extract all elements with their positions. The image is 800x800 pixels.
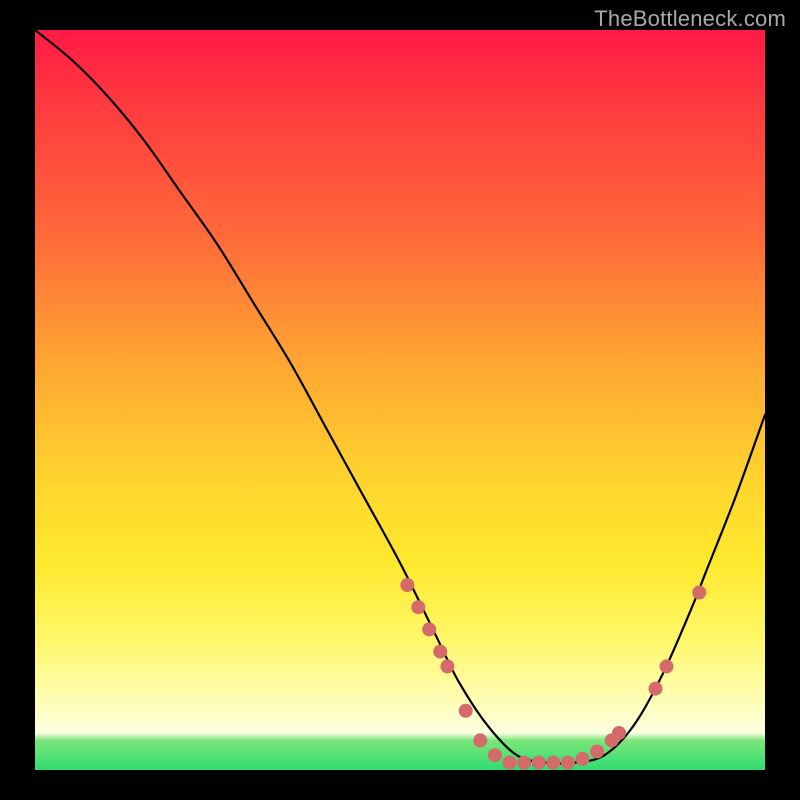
plot-area bbox=[35, 30, 765, 770]
bottleneck-curve bbox=[35, 30, 765, 764]
marker-dot bbox=[422, 622, 436, 636]
marker-dot bbox=[411, 600, 425, 614]
chart-svg bbox=[35, 30, 765, 770]
marker-dot bbox=[612, 726, 626, 740]
marker-dot bbox=[532, 756, 546, 770]
marker-dot bbox=[546, 756, 560, 770]
marker-dot bbox=[503, 756, 517, 770]
marker-dot bbox=[517, 756, 531, 770]
marker-dot bbox=[488, 748, 502, 762]
marker-dot bbox=[660, 659, 674, 673]
marker-dot bbox=[576, 752, 590, 766]
marker-dot bbox=[400, 578, 414, 592]
marker-dots-group bbox=[400, 578, 706, 770]
marker-dot bbox=[692, 585, 706, 599]
marker-dot bbox=[473, 733, 487, 747]
marker-dot bbox=[561, 756, 575, 770]
marker-dot bbox=[440, 659, 454, 673]
marker-dot bbox=[459, 704, 473, 718]
marker-dot bbox=[649, 682, 663, 696]
chart-stage: TheBottleneck.com bbox=[0, 0, 800, 800]
marker-dot bbox=[433, 645, 447, 659]
marker-dot bbox=[590, 745, 604, 759]
watermark-text: TheBottleneck.com bbox=[594, 6, 786, 32]
